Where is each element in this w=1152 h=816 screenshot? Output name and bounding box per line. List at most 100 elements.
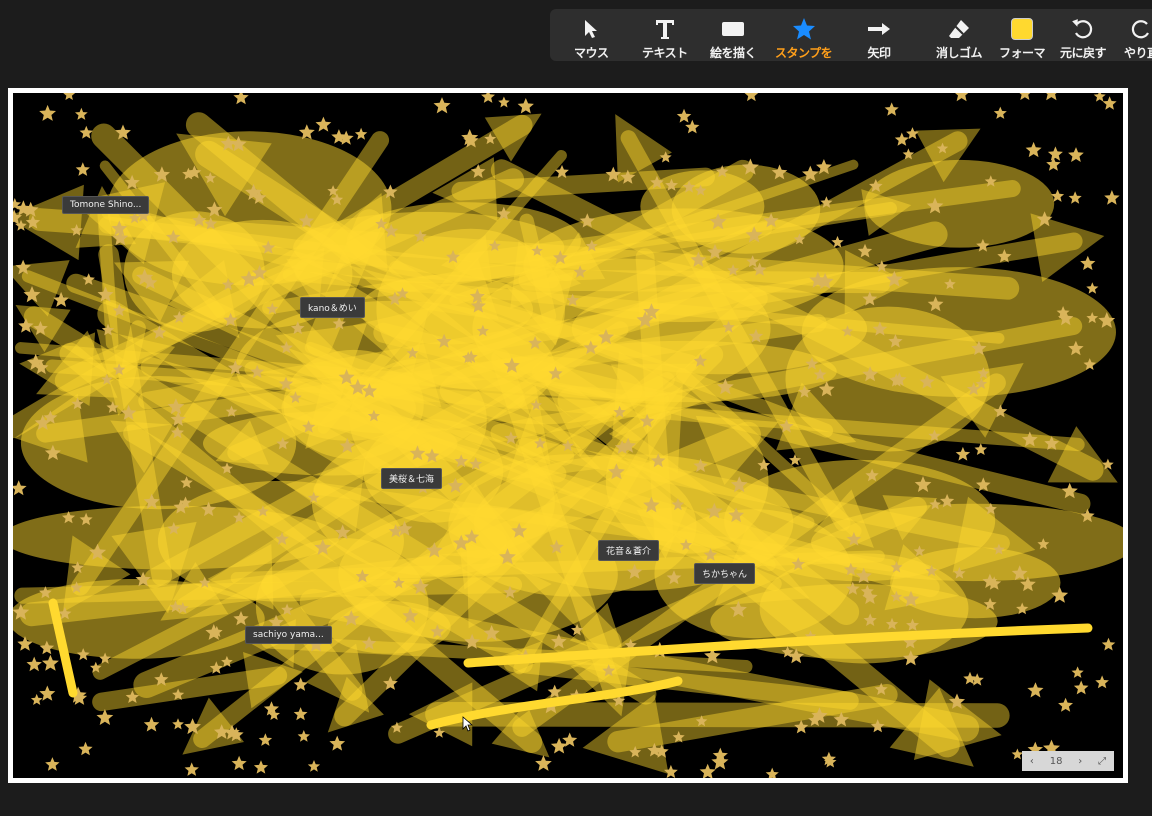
page-number: 18 [1049, 755, 1063, 767]
star-stamp [258, 733, 273, 746]
star-stamp [1071, 666, 1084, 678]
star-stamp [13, 480, 27, 496]
star-stamp [955, 446, 971, 461]
star-stamp [172, 718, 184, 730]
highlight-blob [864, 159, 1055, 248]
star-stamp [30, 693, 43, 705]
star-stamp [1102, 96, 1117, 110]
annotator-name-tag: kano＆めい [300, 297, 365, 318]
star-stamp [1046, 93, 1057, 101]
tool-undo[interactable]: 元に戻す [1060, 9, 1107, 61]
star-stamp [143, 716, 160, 732]
star-stamp-icon [792, 16, 816, 42]
star-stamp [993, 106, 1007, 119]
annotation-layer [13, 93, 1123, 778]
star-stamp [1080, 255, 1096, 270]
star-stamp [63, 93, 76, 100]
annotator-name-tag: 美桜＆七海 [381, 468, 443, 489]
star-stamp [1101, 637, 1116, 651]
annotator-name-tag: 花音＆蒼介 [598, 540, 660, 561]
highlight-blob [13, 505, 340, 570]
star-stamp [41, 654, 59, 671]
star-stamp [517, 98, 534, 114]
tool-text[interactable]: テキスト [642, 9, 688, 61]
expand-icon[interactable]: ⤢ [1098, 756, 1106, 767]
star-stamp [498, 96, 510, 108]
star-stamp [894, 132, 909, 146]
star-stamp [231, 755, 247, 771]
star-stamp [676, 108, 692, 123]
star-stamp [75, 107, 88, 120]
star-stamp [1073, 680, 1089, 695]
tool-redo[interactable]: やり直 [1124, 9, 1152, 61]
star-stamp [699, 763, 716, 778]
tool-label: スタンプを [775, 46, 833, 60]
star-stamp [307, 760, 321, 772]
star-stamp [78, 741, 93, 756]
star-stamp [96, 709, 114, 725]
star-stamp [1093, 93, 1106, 102]
star-stamp [1019, 93, 1031, 100]
format-color-swatch-icon [1011, 16, 1033, 42]
star-stamp [1058, 697, 1073, 712]
text-t-icon [654, 16, 676, 42]
star-stamp [974, 443, 988, 455]
tool-label: 矢印 [867, 46, 891, 60]
draw-rectangle-icon [721, 16, 745, 42]
star-stamp [329, 735, 346, 751]
highlight-blob [281, 375, 417, 441]
tool-label: 消しゴム [936, 46, 983, 60]
page-navigator: ‹ 18 › ⤢ [1022, 751, 1114, 771]
annotation-toolbar: マウス テキスト 絵を描く スタンプを 矢印 消しゴム フォーマ 元に戻す やり [550, 9, 1152, 61]
pointer-arrow-icon [582, 16, 600, 42]
tool-label: やり直 [1124, 46, 1152, 60]
star-stamp [26, 656, 42, 672]
annotator-name-tag: ちかちゃん [694, 563, 756, 584]
whiteboard-canvas[interactable] [13, 93, 1123, 778]
star-stamp [884, 102, 899, 116]
star-stamp [765, 767, 779, 778]
star-stamp [293, 677, 308, 691]
annotator-name-tag: Tomone Shino... [62, 196, 150, 214]
star-stamp [535, 755, 552, 771]
star-stamp [481, 93, 495, 103]
star-stamp [39, 104, 56, 121]
star-stamp [744, 93, 759, 102]
star-stamp [45, 757, 60, 771]
star-stamp [354, 127, 368, 140]
star-stamp [1025, 141, 1042, 158]
star-stamp [1068, 191, 1082, 204]
undo-icon [1071, 16, 1095, 42]
tool-format[interactable]: フォーマ [999, 9, 1046, 61]
star-stamp [75, 162, 90, 176]
star-stamp [297, 730, 310, 742]
star-stamp [1086, 282, 1099, 294]
tool-label: テキスト [642, 46, 688, 60]
star-stamp [1104, 190, 1120, 205]
star-stamp [233, 93, 249, 105]
tool-label: マウス [574, 46, 609, 60]
star-stamp [1047, 146, 1063, 161]
star-stamp [1068, 147, 1084, 162]
annotator-name-tag: sachiyo yama... [245, 626, 332, 644]
prev-page-button[interactable]: ‹ [1030, 756, 1034, 767]
star-stamp [184, 762, 199, 776]
mouse-cursor-icon [462, 716, 474, 736]
arrow-right-icon [867, 16, 891, 42]
highlight-blob [523, 208, 844, 323]
tool-label: 絵を描く [710, 46, 757, 60]
star-stamp [1027, 682, 1044, 698]
highlight-blob [293, 211, 565, 284]
star-stamp [253, 760, 268, 774]
tool-eraser[interactable]: 消しゴム [936, 9, 983, 61]
tool-label: フォーマ [999, 46, 1046, 60]
star-stamp [1095, 675, 1109, 689]
tool-arrow[interactable]: 矢印 [867, 9, 891, 61]
tool-mouse[interactable]: マウス [574, 9, 609, 61]
next-page-button[interactable]: › [1078, 756, 1082, 767]
highlight-blob [359, 274, 534, 345]
star-stamp [293, 707, 308, 721]
tool-stamp[interactable]: スタンプを [775, 9, 833, 61]
star-stamp [955, 93, 969, 102]
tool-draw[interactable]: 絵を描く [710, 9, 757, 61]
